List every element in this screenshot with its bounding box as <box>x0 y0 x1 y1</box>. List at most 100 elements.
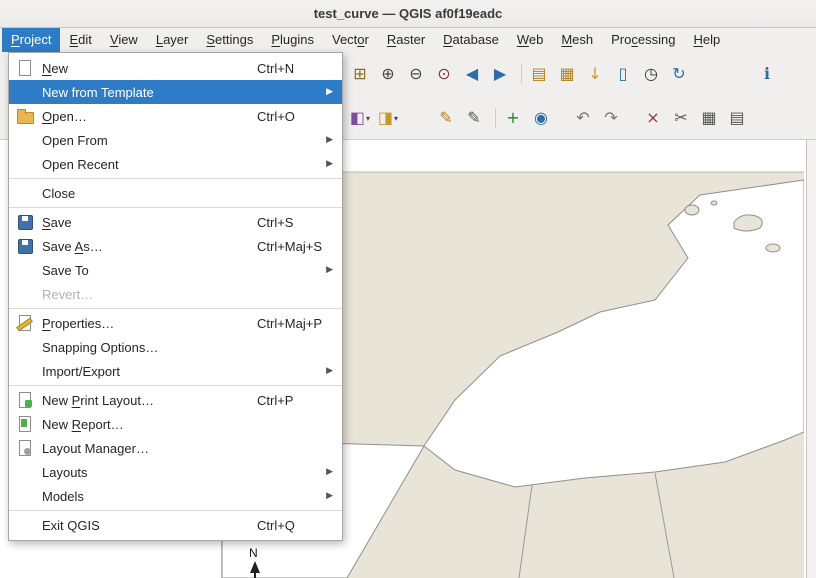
menu-item-label: Models <box>42 489 84 504</box>
menubar-item-raster[interactable]: Raster <box>378 28 434 52</box>
refresh-map-icon[interactable]: ↻ <box>667 62 691 86</box>
menu-item-layouts[interactable]: Layouts ▶ <box>9 460 342 484</box>
menubar-item-web[interactable]: Web <box>508 28 553 52</box>
menu-item-label: Save As… <box>42 239 103 254</box>
save-layer-edits-icon[interactable]: ✎ <box>462 106 486 130</box>
menu-item-label: Layouts <box>42 465 88 480</box>
menu-separator <box>9 207 342 208</box>
submenu-arrow-icon: ▶ <box>326 159 333 169</box>
redo-icon[interactable]: ↷ <box>599 106 623 130</box>
save-as-icon <box>15 238 35 254</box>
layer-styling-icon[interactable]: ◧▾ <box>348 106 372 130</box>
menu-item-open-from[interactable]: Open From ▶ <box>9 128 342 152</box>
menu-item-import-export[interactable]: Import/Export▶ <box>9 359 342 383</box>
menu-item-layout-manager[interactable]: Layout Manager… <box>9 436 342 460</box>
menu-item-label: Open Recent <box>42 157 119 172</box>
menubar-item-layer[interactable]: Layer <box>147 28 198 52</box>
zoom-out-icon[interactable]: ⊖ <box>404 62 428 86</box>
north-arrow-label: N <box>249 546 258 560</box>
paste-features-icon[interactable]: ▤ <box>725 106 749 130</box>
add-feature-icon[interactable]: + <box>501 106 525 130</box>
new-map-view-icon[interactable]: ▤ <box>527 62 551 86</box>
menubar-item-vector[interactable]: Vector <box>323 28 378 52</box>
menu-item-open-recent[interactable]: Open Recent ▶ <box>9 152 342 176</box>
temporal-controller-icon[interactable]: ◷ <box>639 62 663 86</box>
menu-item-new-print-layout[interactable]: New Print Layout…Ctrl+P <box>9 388 342 412</box>
new-layout-icon <box>15 392 35 408</box>
menu-item-open[interactable]: Open…Ctrl+O <box>9 104 342 128</box>
toolbar-separator <box>495 108 496 128</box>
menu-item-label: Close <box>42 186 75 201</box>
properties-icon <box>15 315 35 331</box>
undo-icon[interactable]: ↶ <box>571 106 595 130</box>
submenu-arrow-icon: ▶ <box>326 467 333 477</box>
delete-selected-icon[interactable]: × <box>641 106 665 130</box>
island <box>766 244 780 252</box>
copy-features-icon[interactable]: ▦ <box>697 106 721 130</box>
submenu-arrow-icon: ▶ <box>326 265 333 275</box>
title-bar[interactable]: test_curve — QGIS af0f19eadc <box>0 0 816 28</box>
toggle-editing-icon[interactable]: ✎ <box>434 106 458 130</box>
menu-item-label: Layout Manager… <box>42 441 149 456</box>
menubar-item-database[interactable]: Database <box>434 28 508 52</box>
label-options-icon[interactable]: ◨▾ <box>376 106 400 130</box>
menu-item-label: Save To <box>42 263 89 278</box>
menu-item-label: New Report… <box>42 417 124 432</box>
zoom-to-layer-icon[interactable]: ⊙ <box>432 62 456 86</box>
menu-item-exit-qgis[interactable]: Exit QGISCtrl+Q <box>9 513 342 537</box>
menu-item-save-as[interactable]: Save As… Ctrl+Maj+S <box>9 234 342 258</box>
menubar-item-help[interactable]: Help <box>684 28 729 52</box>
menu-item-label: Open From <box>42 133 108 148</box>
menu-bar: ProjectEditViewLayerSettingsPluginsVecto… <box>0 28 816 52</box>
shortcut-label: Ctrl+Q <box>257 518 295 533</box>
shortcut-label: Ctrl+Maj+P <box>257 316 322 331</box>
submenu-arrow-icon: ▶ <box>326 491 333 501</box>
menu-separator <box>9 178 342 179</box>
menu-item-close[interactable]: Close <box>9 181 342 205</box>
menu-item-new-report[interactable]: New Report… <box>9 412 342 436</box>
folder-icon <box>15 108 35 124</box>
menubar-item-settings[interactable]: Settings <box>197 28 262 52</box>
menu-item-snapping-options[interactable]: Snapping Options… <box>9 335 342 359</box>
shortcut-label: Ctrl+N <box>257 61 294 76</box>
zoom-last-icon[interactable]: ◀ <box>460 62 484 86</box>
menubar-item-view[interactable]: View <box>101 28 147 52</box>
shortcut-label: Ctrl+P <box>257 393 293 408</box>
new-report-icon <box>15 416 35 432</box>
zoom-next-icon[interactable]: ▶ <box>488 62 512 86</box>
map-scrollbar[interactable] <box>806 140 816 578</box>
menubar-item-project[interactable]: Project <box>2 28 60 52</box>
zoom-in-icon[interactable]: ⊕ <box>376 62 400 86</box>
menubar-item-plugins[interactable]: Plugins <box>262 28 323 52</box>
save-icon <box>15 214 35 230</box>
island <box>711 201 717 205</box>
qgis-window: test_curve — QGIS af0f19eadc ProjectEdit… <box>0 0 816 578</box>
new-3d-map-view-icon[interactable]: ▦ <box>555 62 579 86</box>
new-icon <box>15 60 35 76</box>
show-bookmarks-icon[interactable]: ▯ <box>611 62 635 86</box>
data-source-manager-icon[interactable]: ↓ <box>583 62 607 86</box>
window-title: test_curve — QGIS af0f19eadc <box>314 6 503 21</box>
menu-item-label: Import/Export <box>42 364 120 379</box>
menu-item-new[interactable]: NewCtrl+N <box>9 56 342 80</box>
menu-item-properties[interactable]: Properties…Ctrl+Maj+P <box>9 311 342 335</box>
menu-item-new-from-template[interactable]: New from Template ▶ <box>9 80 342 104</box>
menu-item-label: New from Template <box>42 85 154 100</box>
cut-features-icon[interactable]: ✂ <box>669 106 693 130</box>
menu-separator <box>9 308 342 309</box>
vertex-tool-icon[interactable]: ◉ <box>529 106 553 130</box>
identify-features-icon[interactable]: ℹ <box>755 62 779 86</box>
submenu-arrow-icon: ▶ <box>326 87 333 97</box>
dropdown-caret-icon: ▾ <box>394 114 398 123</box>
shortcut-label: Ctrl+S <box>257 215 293 230</box>
menu-item-save-to[interactable]: Save To ▶ <box>9 258 342 282</box>
menubar-item-mesh[interactable]: Mesh <box>552 28 602 52</box>
shortcut-label: Ctrl+Maj+S <box>257 239 322 254</box>
menu-item-models[interactable]: Models ▶ <box>9 484 342 508</box>
menu-item-save[interactable]: SaveCtrl+S <box>9 210 342 234</box>
submenu-arrow-icon: ▶ <box>326 135 333 145</box>
island <box>685 205 699 215</box>
menubar-item-edit[interactable]: Edit <box>60 28 100 52</box>
menubar-item-processing[interactable]: Processing <box>602 28 684 52</box>
zoom-full-icon[interactable]: ⊞ <box>348 62 372 86</box>
